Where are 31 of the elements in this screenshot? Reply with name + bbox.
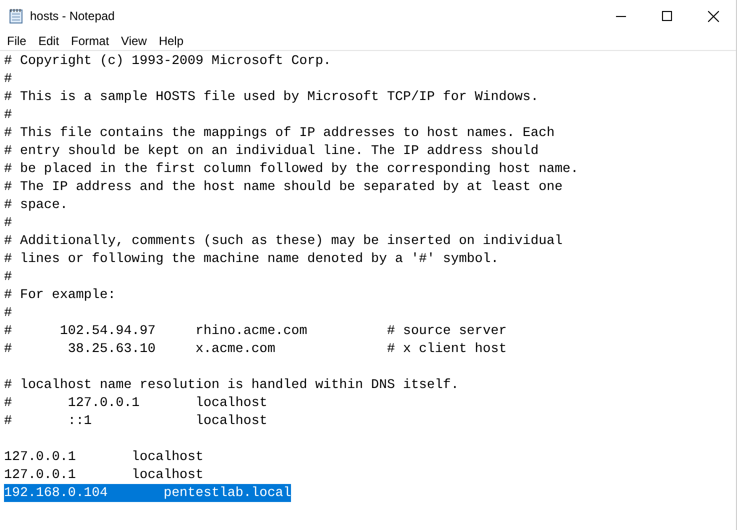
text-line: # lines or following the machine name denoted by a '#' symbol. bbox=[4, 250, 499, 268]
text-line: # ::1 localhost bbox=[4, 412, 268, 430]
maximize-icon bbox=[662, 11, 672, 21]
menu-item[interactable]: Help bbox=[152, 32, 190, 50]
text-line: # The IP address and the host name should be separated by at least one bbox=[4, 178, 563, 196]
text-line: # This file contains the mappings of IP addresses to host names. Each bbox=[4, 124, 555, 142]
text-line: # bbox=[4, 268, 12, 286]
text-line: # For example: bbox=[4, 286, 116, 304]
text-line: # be placed in the first column followed by the corresponding host name. bbox=[4, 160, 579, 178]
text-line: # bbox=[4, 106, 12, 124]
close-icon bbox=[708, 10, 718, 22]
text-line: 127.0.0.1 localhost bbox=[4, 466, 204, 484]
notepad-icon bbox=[8, 8, 24, 24]
text-line: # 102.54.94.97 rhino.acme.com # source server bbox=[4, 322, 507, 340]
window-title: hosts - Notepad bbox=[30, 8, 115, 25]
text-line: # space. bbox=[4, 196, 68, 214]
menu-item[interactable]: File bbox=[1, 32, 32, 50]
text-line: # bbox=[4, 70, 12, 88]
text-line: # 38.25.63.10 x.acme.com # x client host bbox=[4, 340, 507, 358]
text-line: # localhost name resolution is handled within DNS itself. bbox=[4, 376, 459, 394]
text-line: 127.0.0.1 localhost bbox=[4, 448, 204, 466]
text-line: # bbox=[4, 304, 12, 322]
text-line: # entry should be kept on an individual line. The IP address should bbox=[4, 142, 539, 160]
text-line: # This is a sample HOSTS file used by Microsoft TCP/IP for Windows. bbox=[4, 88, 539, 106]
menu-item[interactable]: Format bbox=[65, 32, 116, 50]
menu-item[interactable]: View bbox=[115, 32, 153, 50]
text-line: # Additionally, comments (such as these) may be inserted on individual bbox=[4, 232, 563, 250]
text-line: # Copyright (c) 1993-2009 Microsoft Corp. bbox=[4, 52, 332, 70]
menu-item[interactable]: Edit bbox=[32, 32, 66, 50]
text-line: # bbox=[4, 214, 12, 232]
text-line: # 127.0.0.1 localhost bbox=[4, 394, 268, 412]
